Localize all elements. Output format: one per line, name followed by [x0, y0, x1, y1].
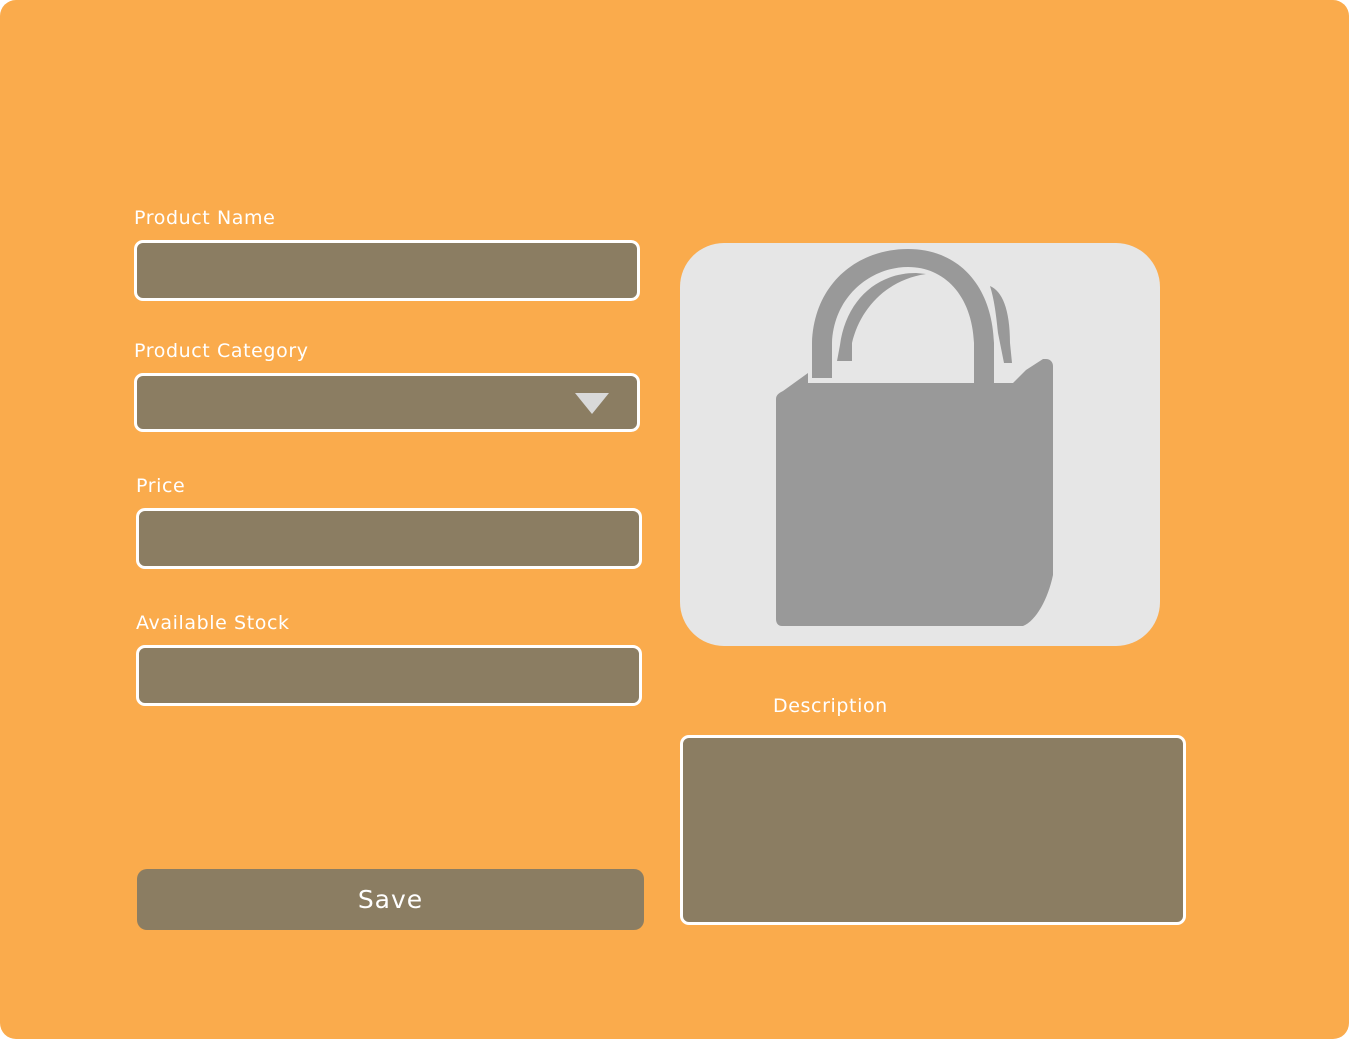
available-stock-field[interactable] [136, 645, 642, 706]
description-label: Description [773, 695, 888, 717]
product-name-label: Product Name [134, 207, 276, 229]
save-button[interactable]: Save [137, 869, 644, 930]
description-textarea[interactable] [683, 738, 1183, 922]
price-label: Price [136, 475, 186, 497]
price-field[interactable] [136, 508, 642, 569]
available-stock-input[interactable] [139, 648, 639, 703]
product-category-label: Product Category [134, 340, 309, 362]
product-image-placeholder[interactable] [680, 243, 1160, 646]
product-category-select[interactable] [134, 373, 640, 432]
shopping-bag-icon [776, 249, 1053, 626]
product-name-input[interactable] [137, 243, 637, 298]
description-field[interactable] [680, 735, 1186, 925]
dropdown-arrow-icon[interactable] [575, 393, 609, 414]
price-input[interactable] [139, 511, 639, 566]
available-stock-label: Available Stock [136, 612, 290, 634]
product-form-card: Product Name Product Category Price Avai… [0, 0, 1349, 1039]
product-name-field[interactable] [134, 240, 640, 301]
